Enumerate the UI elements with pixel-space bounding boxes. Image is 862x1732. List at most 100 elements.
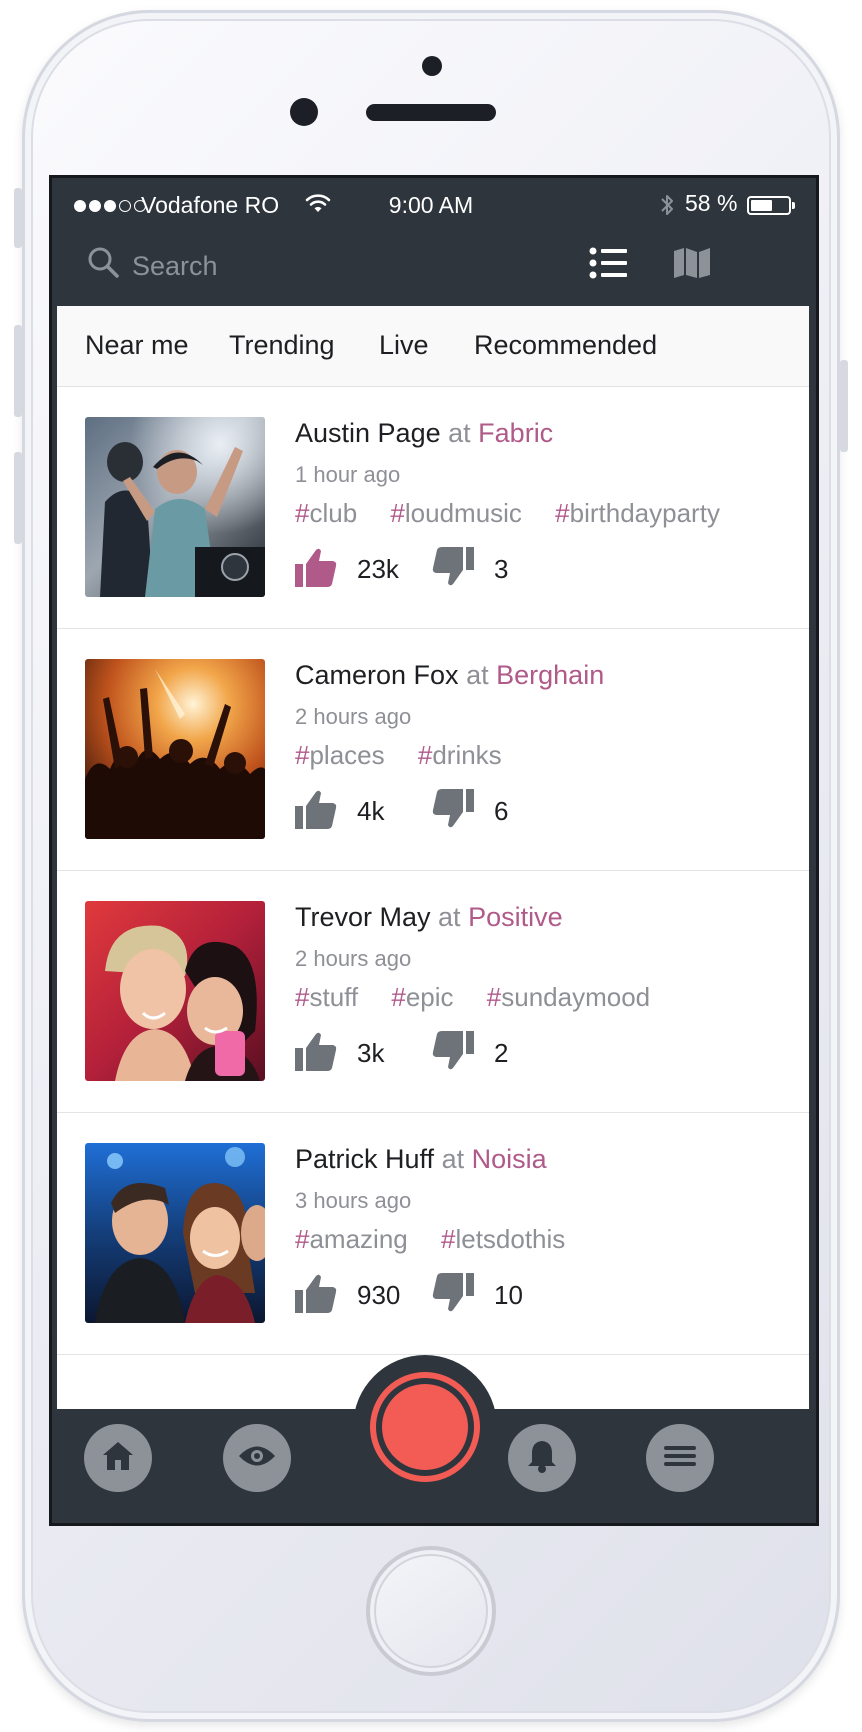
post-time: 2 hours ago	[295, 704, 412, 729]
signal-strength	[74, 200, 146, 212]
record-button[interactable]	[370, 1372, 480, 1482]
tab-near-me[interactable]: Near me	[85, 330, 189, 361]
post-at: at	[448, 418, 471, 448]
post-venue[interactable]: Fabric	[478, 418, 553, 448]
earpiece-speaker	[366, 104, 496, 121]
carrier-name: Vodafone RO	[141, 192, 280, 218]
post-votes: 3k 2	[295, 1031, 508, 1076]
hashtag[interactable]: #club	[295, 498, 357, 528]
list-view-icon[interactable]	[589, 247, 629, 284]
post-item[interactable]: Trevor May at Positive 2 hours ago #stuf…	[57, 871, 809, 1113]
like-count: 23k	[357, 554, 399, 584]
post-votes: 930 10	[295, 1273, 523, 1318]
hashtag[interactable]: #letsdothis	[441, 1224, 565, 1254]
post-title: Trevor May at Positive	[295, 902, 563, 933]
thumbs-down-icon[interactable]	[432, 789, 474, 834]
notifications-tab-button[interactable]	[508, 1424, 576, 1492]
home-icon	[101, 1440, 135, 1477]
volume-up-button	[14, 325, 22, 417]
tab-trending[interactable]: Trending	[229, 330, 335, 361]
dislike-count: 6	[494, 796, 509, 826]
post-votes: 4k 6	[295, 789, 508, 834]
app-content: Vodafone RO 9:00 AM 58 % Search Near me …	[57, 178, 809, 1523]
battery-percent: 58 %	[685, 190, 738, 216]
eye-icon	[237, 1443, 277, 1474]
like-count: 3k	[357, 1038, 385, 1068]
post-title: Cameron Fox at Berghain	[295, 660, 604, 691]
post-author[interactable]: Cameron Fox	[295, 660, 459, 690]
post-tags: #places #drinks	[295, 740, 528, 771]
tab-live[interactable]: Live	[379, 330, 429, 361]
post-photo-dj[interactable]	[85, 417, 265, 597]
volume-down-button	[14, 452, 22, 544]
post-tags: #club #loudmusic #birthdayparty	[295, 498, 746, 529]
post-at: at	[466, 660, 489, 690]
post-photo-group[interactable]	[85, 1143, 265, 1323]
post-author[interactable]: Austin Page	[295, 418, 441, 448]
like-count: 930	[357, 1280, 401, 1310]
hashtag[interactable]: #sundaymood	[487, 982, 650, 1012]
hashtag[interactable]: #stuff	[295, 982, 358, 1012]
hashtag[interactable]: #drinks	[418, 740, 502, 770]
dislike-count: 10	[494, 1280, 523, 1310]
home-button[interactable]	[366, 1546, 496, 1676]
search-icon	[87, 246, 121, 285]
post-item[interactable]: Cameron Fox at Berghain 2 hours ago #pla…	[57, 629, 809, 871]
post-at: at	[438, 902, 461, 932]
post-time: 3 hours ago	[295, 1188, 412, 1213]
bluetooth-icon	[659, 192, 675, 224]
hashtag[interactable]: #places	[295, 740, 385, 770]
post-at: at	[441, 1144, 465, 1174]
bell-icon	[526, 1438, 558, 1479]
signal-dot	[74, 200, 86, 212]
front-camera	[290, 98, 318, 126]
status-bar: Vodafone RO 9:00 AM 58 %	[57, 178, 809, 230]
battery-icon	[747, 196, 791, 215]
post-time: 1 hour ago	[295, 462, 401, 487]
thumbs-up-icon[interactable]	[295, 1031, 337, 1076]
signal-dot	[89, 200, 101, 212]
thumbs-up-icon[interactable]	[295, 789, 337, 834]
clock: 9:00 AM	[388, 192, 474, 218]
watch-tab-button[interactable]	[223, 1424, 291, 1492]
map-view-icon[interactable]	[673, 247, 711, 284]
hashtag[interactable]: #epic	[391, 982, 453, 1012]
post-venue[interactable]: Positive	[468, 902, 563, 932]
post-author[interactable]: Trevor May	[295, 902, 431, 932]
signal-dot	[104, 200, 116, 212]
thumbs-down-icon[interactable]	[432, 1031, 474, 1076]
menu-icon	[662, 1444, 698, 1473]
wifi-icon	[305, 192, 331, 220]
post-item[interactable]: Austin Page at Fabric 1 hour ago #club #…	[57, 387, 809, 629]
thumbs-down-icon[interactable]	[432, 1273, 474, 1318]
power-button	[840, 360, 848, 452]
dislike-count: 2	[494, 1038, 509, 1068]
tab-recommended[interactable]: Recommended	[474, 330, 657, 361]
mute-switch	[14, 188, 22, 248]
menu-tab-button[interactable]	[646, 1424, 714, 1492]
post-author[interactable]: Patrick Huff	[295, 1144, 434, 1174]
post-tags: #stuff #epic #sundaymood	[295, 982, 676, 1013]
post-title: Austin Page at Fabric	[295, 418, 553, 449]
thumbs-up-icon[interactable]	[295, 1273, 337, 1318]
proximity-sensor	[422, 56, 442, 76]
search-input[interactable]	[132, 246, 532, 286]
like-count: 4k	[357, 796, 385, 826]
post-item[interactable]: Patrick Huff at Noisia 3 hours ago #amaz…	[57, 1113, 809, 1355]
record-icon	[382, 1384, 468, 1470]
thumbs-down-icon[interactable]	[432, 547, 474, 592]
dislike-count: 3	[494, 554, 509, 584]
post-votes: 23k 3	[295, 547, 508, 592]
hashtag[interactable]: #amazing	[295, 1224, 408, 1254]
hashtag[interactable]: #birthdayparty	[555, 498, 720, 528]
post-venue[interactable]: Berghain	[496, 660, 604, 690]
home-tab-button[interactable]	[84, 1424, 152, 1492]
battery-tip	[792, 202, 795, 209]
post-photo-friends[interactable]	[85, 901, 265, 1081]
hashtag[interactable]: #loudmusic	[390, 498, 522, 528]
post-tags: #amazing #letsdothis	[295, 1224, 591, 1255]
post-venue[interactable]: Noisia	[472, 1144, 547, 1174]
filter-tabs: Near me Trending Live Recommended	[57, 306, 809, 387]
thumbs-up-icon[interactable]	[295, 547, 337, 592]
post-photo-crowd[interactable]	[85, 659, 265, 839]
